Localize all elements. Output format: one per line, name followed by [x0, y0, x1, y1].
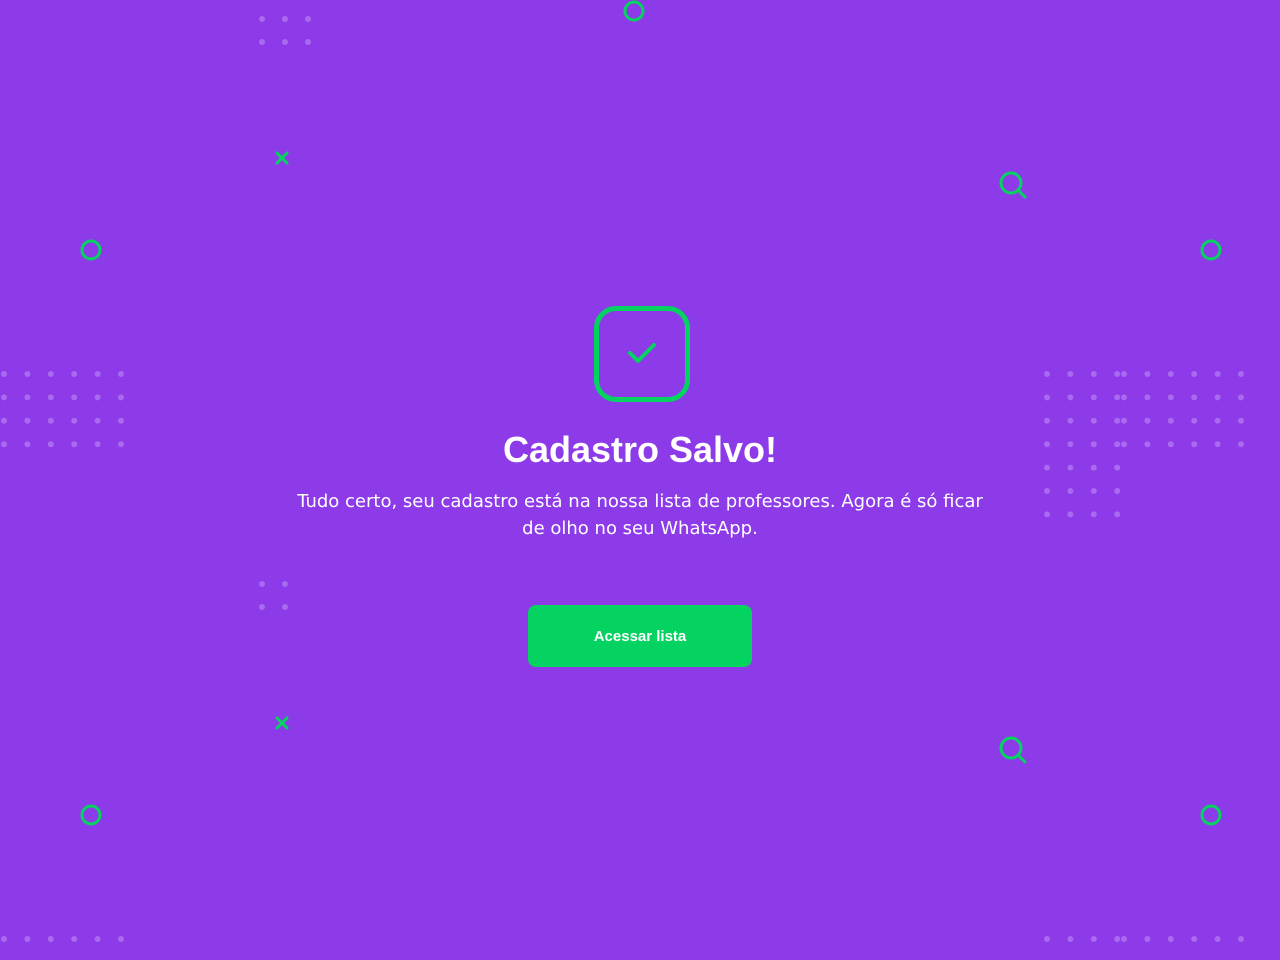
success-check-badge — [594, 306, 690, 402]
success-title: Cadastro Salvo! — [502, 429, 778, 470]
success-message: Tudo certo, seu cadastro está na nossa l… — [297, 491, 983, 539]
access-list-button[interactable]: Acessar lista — [528, 605, 752, 667]
success-panel: Cadastro Salvo! Tudo certo, seu cadastro… — [0, 0, 1280, 960]
check-icon — [628, 343, 656, 363]
